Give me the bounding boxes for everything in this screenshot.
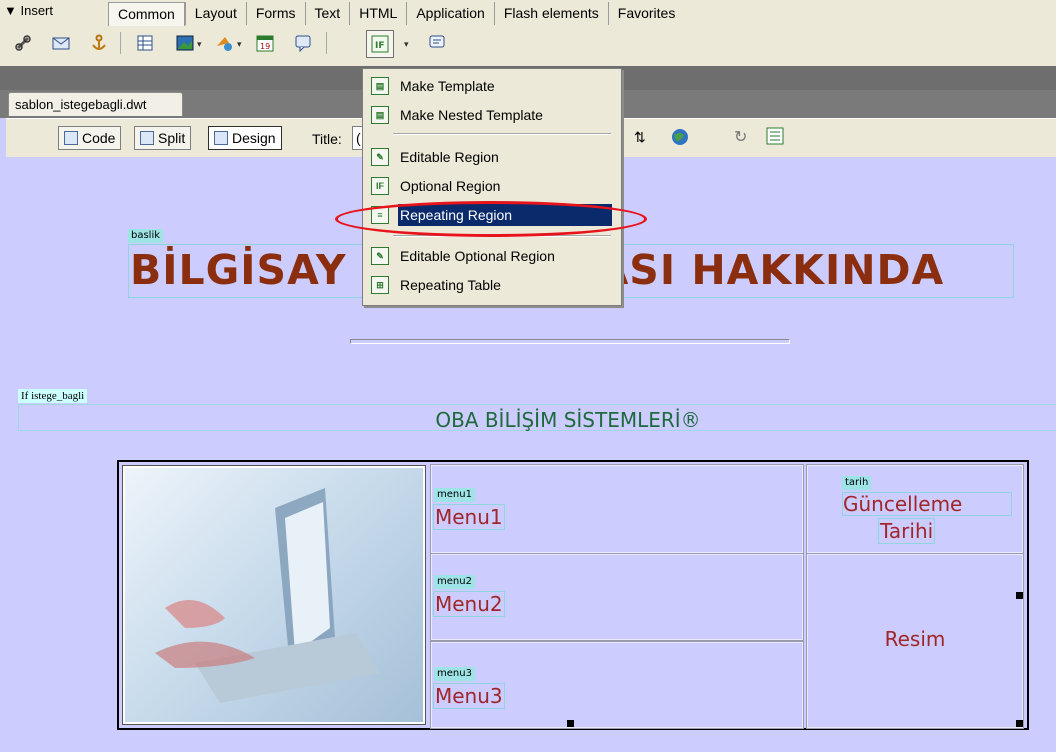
menu2-link[interactable]: Menu2 — [433, 591, 505, 617]
region-tag-if: If istege_bagli — [18, 389, 88, 403]
menu-item-optional-region[interactable]: IF Optional Region — [364, 173, 619, 199]
image-placeholder-cell[interactable]: Resim — [806, 553, 1024, 729]
region-tag-tarih: tarih — [842, 476, 872, 490]
tab-text[interactable]: Text — [304, 2, 350, 25]
computer-photo — [122, 465, 426, 725]
editable-region-icon: ✎ — [371, 148, 389, 166]
menu-item-label: Make Template — [400, 78, 495, 94]
tag-chooser-icon[interactable] — [426, 32, 448, 54]
email-link-icon[interactable] — [50, 32, 72, 54]
repeating-table-icon: ⊞ — [371, 276, 389, 294]
menu-item-label: Editable Optional Region — [400, 248, 555, 264]
menu-item-make-nested-template[interactable]: ▤ Make Nested Template — [364, 102, 619, 128]
company-name: OBA BİLİŞİM SİSTEMLERİ® — [435, 408, 701, 432]
tab-application[interactable]: Application — [406, 2, 494, 25]
templates-menu: ▤ Make Template ▤ Make Nested Template ✎… — [362, 68, 622, 306]
region-tag-menu1: menu1 — [434, 488, 475, 502]
menu-item-label: Make Nested Template — [400, 107, 543, 123]
chevron-down-icon[interactable]: ▾ — [404, 40, 409, 50]
view-options-icon[interactable] — [766, 127, 784, 148]
region-tag-menu3: menu3 — [434, 667, 475, 681]
split-view-button[interactable]: Split — [134, 126, 192, 150]
date-label-line1: Güncelleme — [843, 492, 963, 516]
layout-table[interactable]: menu1 Menu1 menu2 Menu2 menu3 Menu3 tari… — [117, 460, 1029, 730]
menu-item-label: Editable Region — [400, 149, 499, 165]
menu2-cell: menu2 Menu2 — [430, 553, 804, 641]
tab-favorites[interactable]: Favorites — [607, 2, 685, 25]
date-label-line2: Tarihi — [878, 518, 936, 544]
document-tab[interactable]: sablon_istegebagli.dwt — [8, 92, 183, 116]
hyperlink-icon[interactable] — [12, 32, 34, 54]
make-nested-template-icon: ▤ — [371, 106, 389, 124]
svg-text:19: 19 — [260, 42, 270, 51]
menu-separator — [393, 133, 611, 135]
menu3-cell: menu3 Menu3 — [430, 641, 804, 729]
title-label: Title: — [312, 131, 342, 147]
tab-common[interactable]: Common — [108, 2, 185, 26]
templates-icon[interactable]: IF — [366, 30, 394, 58]
table-resize-handle[interactable] — [567, 720, 574, 727]
named-anchor-icon[interactable] — [88, 32, 110, 54]
design-view-label: Design — [232, 130, 276, 146]
make-template-icon: ▤ — [371, 77, 389, 95]
page-title-left: BİLGİSAY — [130, 246, 347, 294]
tab-forms[interactable]: Forms — [245, 2, 305, 25]
media-icon[interactable] — [214, 32, 236, 54]
code-view-icon — [64, 131, 78, 145]
menu3-link[interactable]: Menu3 — [433, 683, 505, 709]
chevron-down-icon[interactable]: ▾ — [197, 40, 202, 50]
table-icon[interactable] — [134, 32, 156, 54]
region-tag-menu2: menu2 — [434, 575, 475, 589]
region-tag-baslik: baslik — [128, 229, 164, 243]
file-management-icon[interactable]: ⇅ — [634, 129, 646, 146]
insert-icon-row: ▾ ▾ 19 IF ▾ — [0, 26, 1056, 62]
design-view-button[interactable]: Design — [208, 126, 282, 150]
tab-layout[interactable]: Layout — [184, 2, 246, 25]
optional-region-icon: IF — [371, 177, 389, 195]
code-view-button[interactable]: Code — [58, 126, 122, 150]
menu-item-repeating-table[interactable]: ⊞ Repeating Table — [364, 272, 619, 298]
horizontal-rule — [350, 339, 790, 344]
tab-html[interactable]: HTML — [349, 2, 406, 25]
editable-optional-region-icon: ✎ — [371, 247, 389, 265]
toolbar-separator — [120, 32, 121, 54]
menu1-link[interactable]: Menu1 — [433, 504, 505, 530]
insert-bar: ▼ Insert Common Layout Forms Text HTML A… — [0, 0, 1056, 66]
split-view-icon — [140, 131, 154, 145]
chevron-down-icon[interactable]: ▾ — [237, 40, 242, 50]
insert-tab-strip: ▼ Insert Common Layout Forms Text HTML A… — [0, 0, 1056, 26]
design-view-icon — [214, 131, 228, 145]
highlight-annotation-ellipse — [335, 201, 647, 237]
preview-in-browser-icon[interactable] — [670, 127, 690, 150]
menu-item-label: Optional Region — [400, 178, 501, 194]
svg-text:IF: IF — [375, 41, 385, 51]
split-view-label: Split — [158, 130, 186, 146]
image-placeholder-label: Resim — [884, 627, 946, 651]
code-view-label: Code — [82, 130, 116, 146]
tab-flash-elements[interactable]: Flash elements — [493, 2, 608, 25]
refresh-icon[interactable]: ↻ — [734, 127, 747, 147]
page-title-right: ASI HAKKINDA — [596, 246, 945, 294]
menu-item-label: Repeating Table — [400, 277, 501, 293]
table-resize-handle[interactable] — [1016, 592, 1023, 599]
menu-item-editable-region[interactable]: ✎ Editable Region — [364, 144, 619, 170]
toolbar-separator — [326, 32, 327, 54]
date-cell: tarih Güncelleme Tarihi — [806, 464, 1024, 554]
menu1-cell: menu1 Menu1 — [430, 464, 804, 554]
image-icon[interactable] — [174, 32, 196, 54]
date-icon[interactable]: 19 — [254, 32, 276, 54]
comment-icon[interactable] — [292, 32, 314, 54]
menu-item-editable-optional-region[interactable]: ✎ Editable Optional Region — [364, 243, 619, 269]
insert-panel-toggle[interactable]: ▼ Insert — [4, 3, 53, 18]
table-resize-handle[interactable] — [1016, 720, 1023, 727]
menu-item-make-template[interactable]: ▤ Make Template — [364, 73, 619, 99]
